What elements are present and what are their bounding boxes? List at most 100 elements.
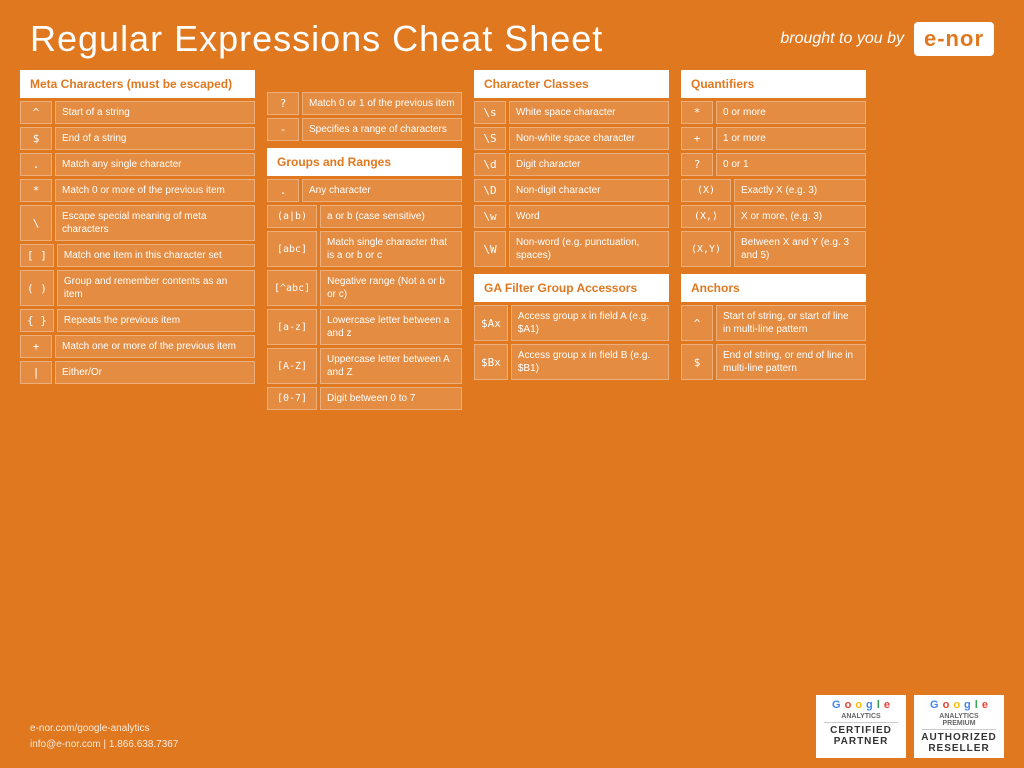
list-item: ( ) Group and remember contents as an it…	[20, 270, 255, 306]
list-item: \s White space character	[474, 101, 669, 124]
item-code: [ ]	[20, 244, 54, 267]
item-desc: Repeats the previous item	[57, 309, 255, 332]
item-code: ^	[681, 305, 713, 341]
item-code: \S	[474, 127, 506, 150]
item-desc: Non-digit character	[509, 179, 669, 202]
list-item: (a|b) a or b (case sensitive)	[267, 205, 462, 228]
item-code: +	[20, 335, 52, 358]
item-code: |	[20, 361, 52, 384]
item-desc: Match 0 or more of the previous item	[55, 179, 255, 202]
item-desc: Group and remember contents as an item	[57, 270, 255, 306]
groups-ranges-section: ? Match 0 or 1 of the previous item - Sp…	[267, 70, 462, 413]
item-desc: 1 or more	[716, 127, 866, 150]
item-desc: Exactly X (e.g. 3)	[734, 179, 866, 202]
groups-ranges-title: Groups and Ranges	[267, 148, 462, 176]
brand-text: brought to you by	[780, 30, 904, 48]
badge-cert-text: CERTIFIEDPARTNER	[830, 725, 892, 747]
list-item: [abc] Match single character that is a o…	[267, 231, 462, 267]
list-item: $ End of a string	[20, 127, 255, 150]
item-code: .	[20, 153, 52, 176]
badge-authorized-reseller: Google ANALYTICS PREMIUM AUTHORIZEDRESEL…	[914, 695, 1004, 758]
list-item: . Any character	[267, 179, 462, 202]
item-desc: White space character	[509, 101, 669, 124]
item-code: ( )	[20, 270, 54, 306]
list-item: \W Non-word (e.g. punctuation, spaces)	[474, 231, 669, 267]
item-desc: Specifies a range of characters	[302, 118, 462, 141]
item-code: \s	[474, 101, 506, 124]
item-desc: Lowercase letter between a and z	[320, 309, 462, 345]
list-item: - Specifies a range of characters	[267, 118, 462, 141]
item-code: ?	[681, 153, 713, 176]
item-code: [^abc]	[267, 270, 317, 306]
list-item: \ Escape special meaning of meta charact…	[20, 205, 255, 241]
list-item: \w Word	[474, 205, 669, 228]
list-item: * Match 0 or more of the previous item	[20, 179, 255, 202]
page-title: Regular Expressions Cheat Sheet	[30, 18, 603, 60]
item-code: \	[20, 205, 52, 241]
footer: e-nor.com/google-analytics info@e-nor.co…	[30, 721, 178, 753]
item-code: \w	[474, 205, 506, 228]
brand-logo: e-nor	[914, 22, 994, 56]
list-item: [0-7] Digit between 0 to 7	[267, 387, 462, 410]
item-code: -	[267, 118, 299, 141]
item-desc: Match any single character	[55, 153, 255, 176]
footer-line1: e-nor.com/google-analytics	[30, 721, 178, 737]
list-item: ? Match 0 or 1 of the previous item	[267, 92, 462, 115]
item-code: *	[681, 101, 713, 124]
item-code: .	[267, 179, 299, 202]
item-code: $	[681, 344, 713, 380]
list-item: [A-Z] Uppercase letter between A and Z	[267, 348, 462, 384]
item-desc: Access group x in field A (e.g. $A1)	[511, 305, 669, 341]
list-item: \S Non-white space character	[474, 127, 669, 150]
meta-characters-title: Meta Characters (must be escaped)	[20, 70, 255, 98]
item-code: [abc]	[267, 231, 317, 267]
list-item: (X) Exactly X (e.g. 3)	[681, 179, 866, 202]
list-item: [a-z] Lowercase letter between a and z	[267, 309, 462, 345]
item-desc: Non-white space character	[509, 127, 669, 150]
ga-filter-title: GA Filter Group Accessors	[474, 274, 669, 302]
character-classes-title: Character Classes	[474, 70, 669, 98]
footer-line2: info@e-nor.com | 1.866.638.7367	[30, 737, 178, 753]
header: Regular Expressions Cheat Sheet brought …	[0, 0, 1024, 70]
list-item: [ ] Match one item in this character set	[20, 244, 255, 267]
item-desc: Negative range (Not a or b or c)	[320, 270, 462, 306]
item-code: \W	[474, 231, 506, 267]
badge-cert-text2: AUTHORIZEDRESELLER	[921, 732, 997, 754]
list-item: ^ Start of string, or start of line in m…	[681, 305, 866, 341]
item-code: \d	[474, 153, 506, 176]
list-item: ^ Start of a string	[20, 101, 255, 124]
item-code: ^	[20, 101, 52, 124]
list-item: [^abc] Negative range (Not a or b or c)	[267, 270, 462, 306]
list-item: { } Repeats the previous item	[20, 309, 255, 332]
item-desc: End of string, or end of line in multi-l…	[716, 344, 866, 380]
list-item: $ End of string, or end of line in multi…	[681, 344, 866, 380]
item-code: *	[20, 179, 52, 202]
list-item: $Ax Access group x in field A (e.g. $A1)	[474, 305, 669, 341]
item-code: (X)	[681, 179, 731, 202]
item-desc: Match 0 or 1 of the previous item	[302, 92, 462, 115]
item-code: (X,Y)	[681, 231, 731, 267]
item-desc: Access group x in field B (e.g. $B1)	[511, 344, 669, 380]
quantifiers-title: Quantifiers	[681, 70, 866, 98]
item-code: { }	[20, 309, 54, 332]
item-desc: Escape special meaning of meta character…	[55, 205, 255, 241]
item-desc: Match one or more of the previous item	[55, 335, 255, 358]
badge-type: ANALYTICS	[841, 713, 880, 720]
item-code: \D	[474, 179, 506, 202]
item-desc: Start of string, or start of line in mul…	[716, 305, 866, 341]
item-desc: Either/Or	[55, 361, 255, 384]
item-code: [0-7]	[267, 387, 317, 410]
list-item: (X,Y) Between X and Y (e.g. 3 and 5)	[681, 231, 866, 267]
item-desc: Digit between 0 to 7	[320, 387, 462, 410]
item-desc: X or more, (e.g. 3)	[734, 205, 866, 228]
list-item: + 1 or more	[681, 127, 866, 150]
item-desc: Word	[509, 205, 669, 228]
item-code: $Ax	[474, 305, 508, 341]
quantifiers-section: Quantifiers * 0 or more + 1 or more ? 0 …	[681, 70, 866, 413]
item-code: $Bx	[474, 344, 508, 380]
list-item: ? 0 or 1	[681, 153, 866, 176]
list-item: (X,) X or more, (e.g. 3)	[681, 205, 866, 228]
list-item: $Bx Access group x in field B (e.g. $B1)	[474, 344, 669, 380]
item-desc: End of a string	[55, 127, 255, 150]
item-desc: Match one item in this character set	[57, 244, 255, 267]
